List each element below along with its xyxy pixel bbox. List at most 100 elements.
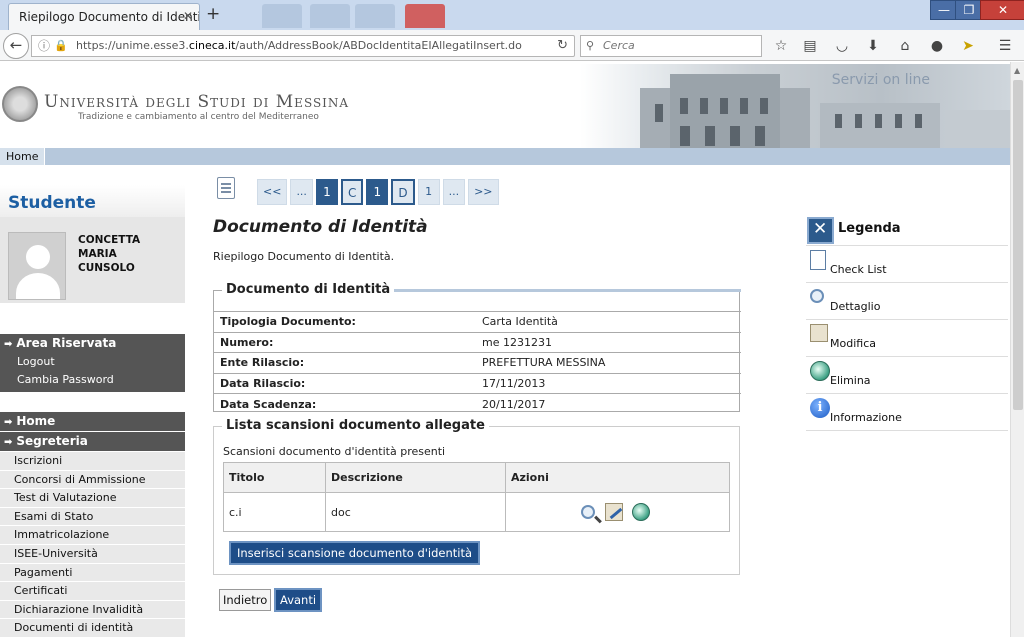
legend-icon [807, 217, 834, 244]
sidebar-item-isee[interactable]: ISEE-Università [0, 544, 185, 564]
clipboard-icon [217, 177, 235, 199]
scroll-up-icon[interactable]: ▲ [1014, 66, 1020, 75]
top-nav-home-link[interactable]: Home [0, 148, 46, 165]
url-bar[interactable]: ⓘ 🔒 https://unime.esse3.cineca.it/auth/A… [31, 35, 575, 57]
table-header-row: Titolo Descrizione Azioni [223, 462, 730, 493]
legend-panel: Legenda Check List Dettaglio Modifica El… [806, 213, 1008, 431]
hamburger-menu-icon[interactable]: ☰ [996, 38, 1014, 54]
table-row: Tipologia Documento: Carta Identità [214, 311, 741, 332]
background-tab[interactable] [262, 4, 302, 28]
sidebar-item-documenti-identita[interactable]: Documenti di identità [0, 619, 185, 637]
background-tab[interactable] [405, 4, 445, 28]
sidebar-item-area-riservata[interactable]: ➡ Area Riservata [0, 334, 185, 353]
magnifier-detail-icon[interactable] [581, 505, 595, 519]
field-value: 17/11/2013 [476, 372, 741, 394]
student-card: CONCETTA MARIA CUNSOLO [0, 217, 185, 303]
field-value: Carta Identità [476, 311, 741, 332]
field-value: PREFETTURA MESSINA [476, 352, 741, 373]
sidebar-item-segreteria[interactable]: ➡ Segreteria [0, 432, 185, 451]
info-icon[interactable]: ⓘ [38, 36, 50, 56]
magnifier-icon [810, 289, 824, 303]
sidebar-item-pagamenti[interactable]: Pagamenti [0, 563, 185, 583]
next-button[interactable]: Avanti [274, 588, 323, 612]
sidebar-item-iscrizioni[interactable]: Iscrizioni [0, 452, 185, 471]
reading-list-icon[interactable]: ▤ [801, 38, 819, 54]
document-details-table: Tipologia Documento: Carta Identità Numer… [214, 311, 741, 414]
delete-globe-icon[interactable] [632, 503, 650, 521]
table-row: Data Rilascio: 17/11/2013 [214, 372, 741, 394]
page-description: Riepilogo Documento di Identità. [213, 250, 395, 263]
pager-last[interactable]: >> [468, 179, 499, 205]
minimize-button[interactable]: — [930, 0, 958, 20]
extension-icon[interactable]: ➤ [959, 38, 977, 54]
legend-item-label: Check List [830, 263, 887, 276]
close-tab-icon[interactable]: ✕ [183, 9, 193, 23]
search-input[interactable]: ⚲ Cerca [580, 35, 762, 57]
home-icon[interactable]: ⌂ [896, 38, 914, 54]
pager-step-c[interactable]: C [340, 179, 364, 205]
sidebar-item-invalidita[interactable]: Dichiarazione Invalidità [0, 600, 185, 620]
legend-item-modifica: Modifica [806, 320, 1008, 357]
chat-icon[interactable]: ● [928, 38, 946, 54]
sidebar-title: Studente [0, 185, 185, 217]
edit-icon [810, 324, 828, 342]
sidebar-item-certificati[interactable]: Certificati [0, 582, 185, 601]
pager-ellipsis[interactable]: ... [442, 179, 466, 205]
info-icon: i [810, 398, 830, 418]
sidebar-item-concorsi[interactable]: Concorsi di Ammissione [0, 470, 185, 490]
insert-scan-button[interactable]: Inserisci scansione documento d'identità [229, 541, 481, 565]
student-name-line1: CONCETTA MARIA [78, 234, 141, 260]
scrollbar-thumb[interactable] [1013, 80, 1023, 410]
scan-descrizione: doc [325, 492, 506, 532]
field-label: Numero: [214, 331, 476, 353]
pager-step[interactable]: 1 [417, 179, 440, 205]
background-tab[interactable] [310, 4, 350, 28]
reload-icon[interactable]: ↻ [557, 36, 568, 56]
window-close-button[interactable]: ✕ [980, 0, 1024, 20]
page-title: Documento di Identità [213, 217, 428, 237]
document-legend: Documento di Identità [222, 282, 395, 297]
sidebar-item-home[interactable]: ➡ Home [0, 412, 185, 431]
sidebar-item-label: Segreteria [16, 434, 88, 448]
scan-titolo: c.i [223, 492, 326, 532]
bookmark-star-icon[interactable]: ☆ [772, 38, 790, 54]
table-row: c.i doc [223, 492, 730, 532]
arrow-right-icon: ➡ [4, 437, 13, 448]
sidebar-item-test-valutazione[interactable]: Test di Valutazione [0, 489, 185, 508]
sidebar-item-logout[interactable]: Logout [0, 353, 185, 371]
checklist-icon [810, 250, 826, 270]
sidebar-item-immatricolazione[interactable]: Immatricolazione [0, 526, 185, 545]
pager-step[interactable]: 1 [315, 179, 338, 205]
search-placeholder: Cerca [603, 39, 635, 52]
pager-ellipsis[interactable]: ... [290, 179, 313, 205]
page-scrollbar[interactable]: ▲ [1010, 62, 1024, 637]
legend-item-label: Elimina [830, 374, 871, 387]
browser-tab-bar: Riepilogo Documento di Identi... ✕ + — ❐… [0, 0, 1024, 30]
table-row: Data Scadenza: 20/11/2017 [214, 393, 741, 414]
back-button[interactable]: Indietro [219, 589, 272, 611]
url-prefix: https://unime.esse3. [76, 39, 189, 52]
active-tab[interactable]: Riepilogo Documento di Identi... ✕ [8, 3, 200, 30]
background-tab[interactable] [355, 4, 395, 28]
pager-step-d[interactable]: D [391, 179, 415, 205]
browser-nav-bar: ← ⓘ 🔒 https://unime.esse3.cineca.it/auth… [0, 30, 1024, 61]
legend-item-dettaglio: Dettaglio [806, 283, 1008, 320]
back-arrow-icon[interactable]: ← [3, 33, 29, 59]
search-icon: ⚲ [586, 39, 595, 52]
scan-table: Titolo Descrizione Azioni c.i doc [223, 462, 730, 532]
pager-first[interactable]: << [257, 179, 288, 205]
download-icon[interactable]: ⬇ [864, 38, 882, 54]
sidebar-item-esami-stato[interactable]: Esami di Stato [0, 507, 185, 527]
university-name[interactable]: Università degli Studi di Messina [44, 92, 349, 112]
pocket-icon[interactable]: ◡ [833, 38, 851, 54]
new-tab-button[interactable]: + [206, 4, 220, 24]
university-seal-logo[interactable] [2, 86, 38, 122]
tab-title: Riepilogo Documento di Identi... [19, 10, 200, 24]
edit-icon[interactable] [604, 503, 623, 521]
avatar [8, 232, 66, 300]
sidebar-item-label: Home [16, 414, 56, 428]
maximize-button[interactable]: ❐ [955, 0, 983, 20]
sidebar-item-cambia-password[interactable]: Cambia Password [0, 371, 185, 389]
legend-title: Legenda [838, 221, 901, 236]
pager-step[interactable]: 1 [366, 179, 389, 205]
